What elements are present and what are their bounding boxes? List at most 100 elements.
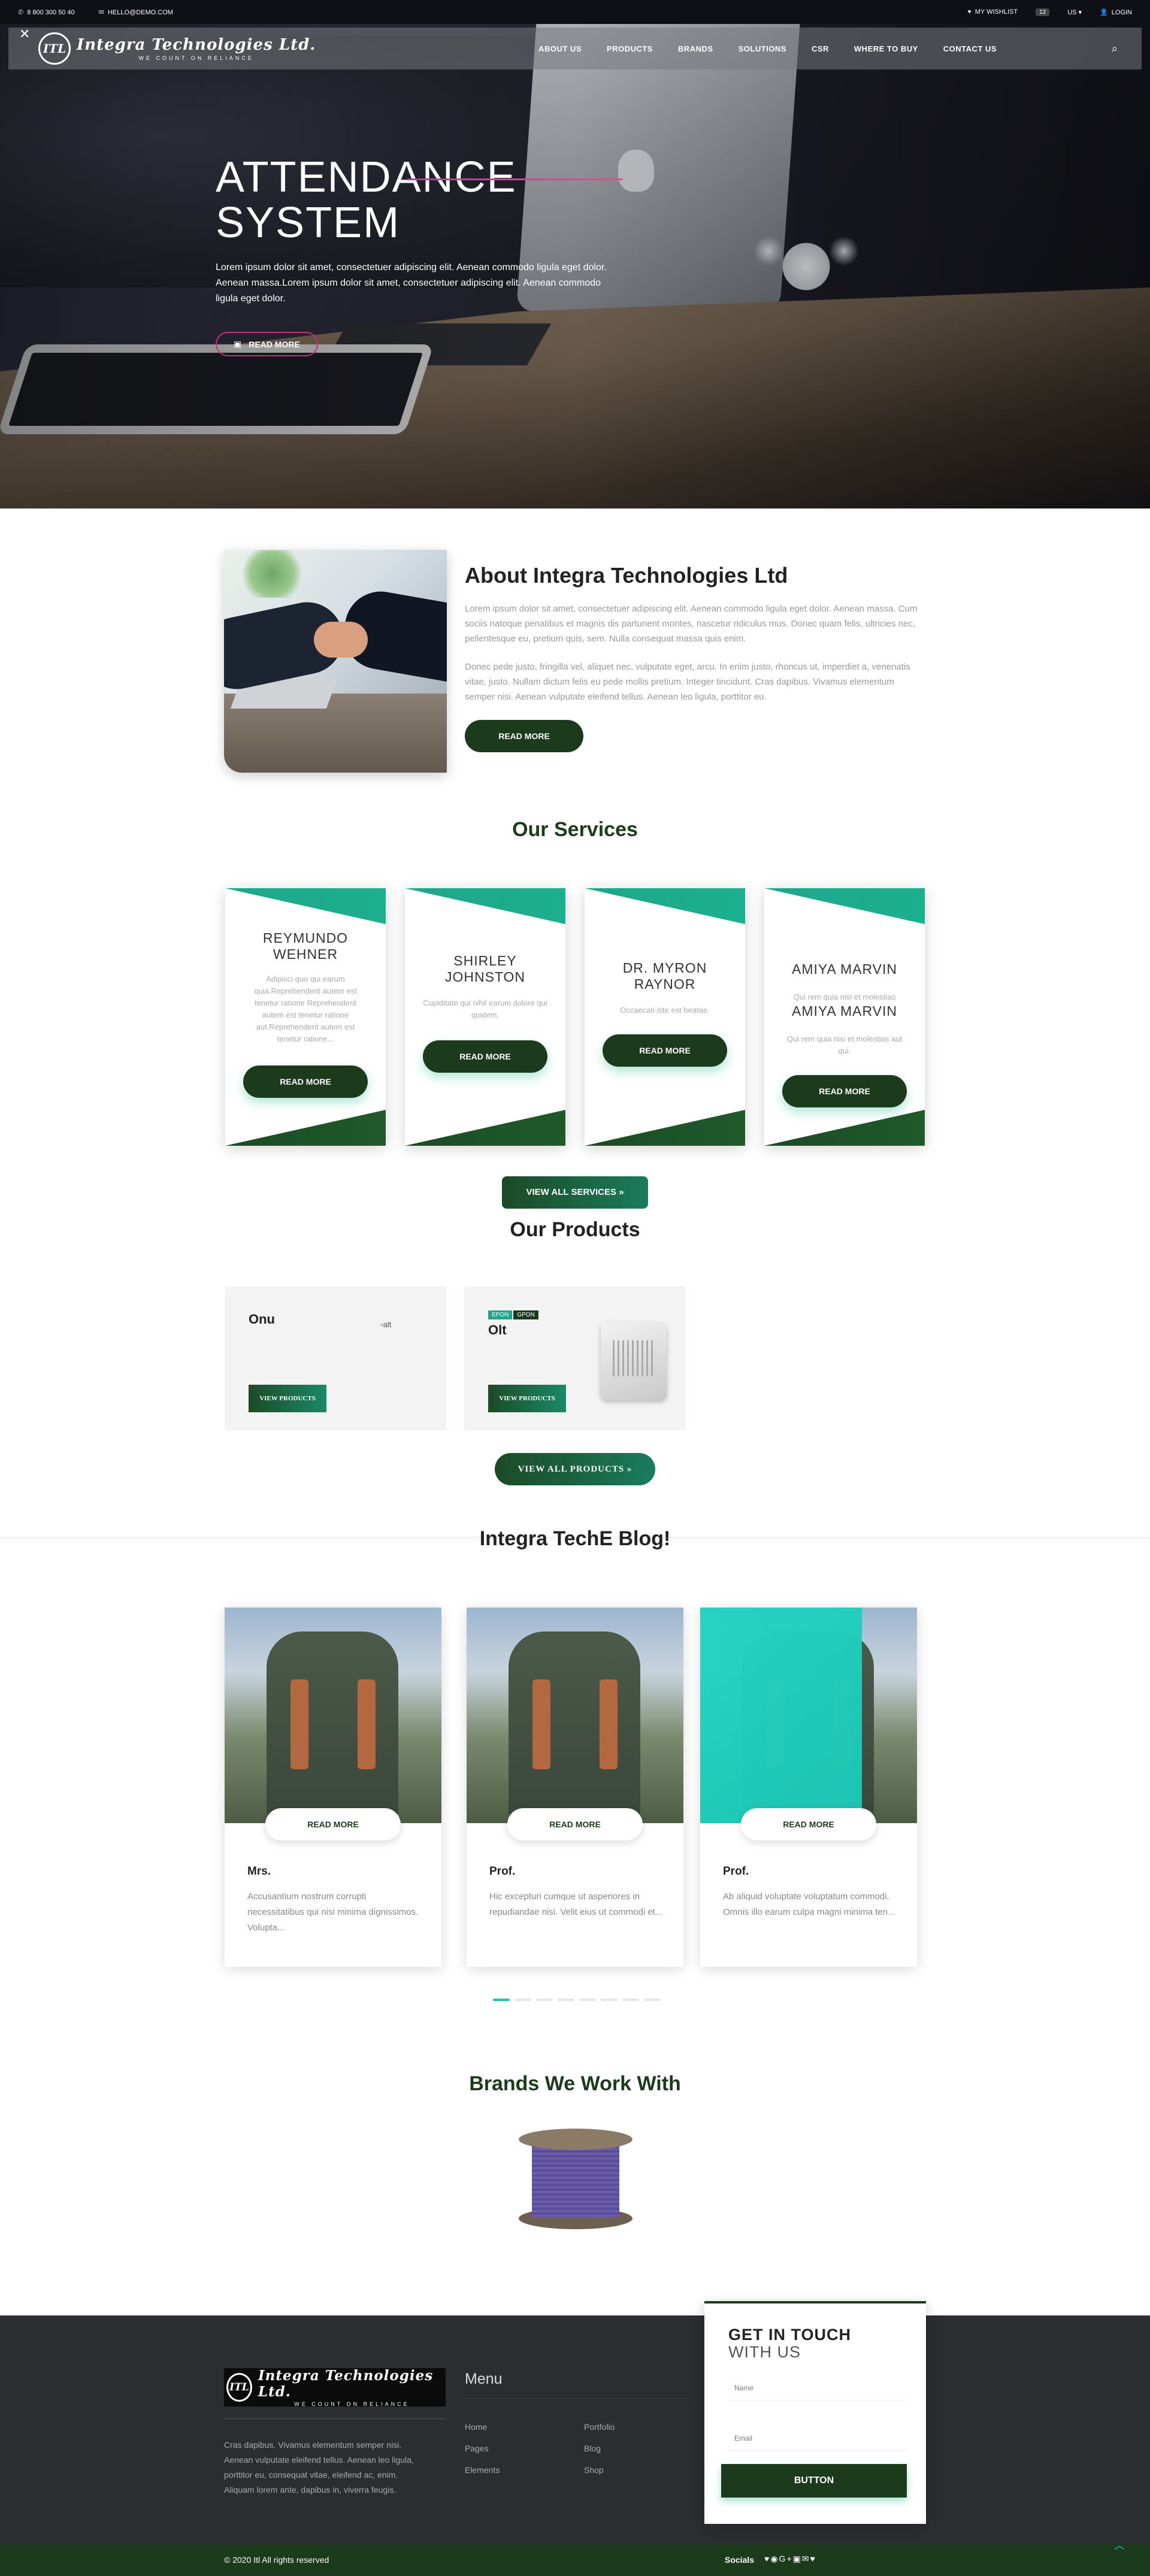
backpack-strap (532, 1679, 550, 1769)
main-navbar: ITL Integra Technologies Ltd. WE COUNT O… (8, 28, 1142, 69)
service-desc: Qui rem quia nisi et molestias (793, 992, 896, 1001)
logo-mark[interactable]: ITL (38, 32, 71, 65)
pager-dot[interactable] (622, 1999, 639, 2001)
service-read-more-button[interactable]: READ MORE (423, 1040, 547, 1073)
footer-logo-name: Integra Technologies Ltd. (258, 2368, 434, 2400)
blog-read-more-button[interactable]: READ MORE (507, 1808, 643, 1841)
blog-image-hover-overlay (700, 1608, 862, 1823)
nav-solutions[interactable]: SOLUTIONS (739, 44, 786, 53)
service-name: AMIYA MARVIN (791, 961, 898, 977)
hero-accent-line (407, 178, 623, 180)
pager-dot[interactable] (493, 1999, 510, 2001)
pager-dot[interactable] (644, 1999, 661, 2001)
footer-logo-text: Integra Technologies Ltd. WE COUNT ON RE… (258, 2368, 446, 2407)
nav-brands[interactable]: BRANDS (678, 44, 713, 53)
router-vent (613, 1340, 655, 1376)
about-paragraph-1: Lorem ipsum dolor sit amet, consectetuer… (465, 604, 918, 644)
footer-link-home[interactable]: Home (465, 2422, 487, 2432)
copyright-bar: © 2020 Itl All rights reserved Socials ♥… (0, 2544, 1150, 2576)
footer: ITL Integra Technologies Ltd. WE COUNT O… (0, 2315, 1150, 2544)
service-desc: Adipisci quo qui earum quia.Reprehenderi… (254, 974, 357, 1043)
email-field[interactable] (728, 2426, 908, 2451)
email-link[interactable]: ✉ HELLO@DEMO.COM (99, 8, 173, 16)
nav-csr[interactable]: CSR (812, 44, 829, 53)
chevron-down-icon: ▾ (1078, 8, 1082, 16)
service-read-more-button[interactable]: READ MORE (243, 1065, 368, 1098)
product-name: Onu (249, 1312, 275, 1327)
blog-author: Prof. (489, 1865, 516, 1878)
blog-card: READ MORE Prof. Ab aliquid voluptate vol… (700, 1608, 917, 1967)
product-card[interactable]: EPON GPON Olt VIEW PRODUCTS (464, 1287, 686, 1430)
footer-logo[interactable]: ITL Integra Technologies Ltd. WE COUNT O… (224, 2368, 446, 2407)
product-tag: GPON (513, 1310, 538, 1319)
blog-read-more-button[interactable]: READ MORE (265, 1808, 401, 1841)
product-tag: EPON (488, 1310, 513, 1319)
footer-link-pages[interactable]: Pages (465, 2444, 489, 2453)
view-products-button[interactable]: VIEW PRODUCTS (249, 1385, 326, 1412)
blog-excerpt: Accusantium nostrum corrupti necessitati… (247, 1891, 419, 1933)
service-read-more-button[interactable]: READ MORE (782, 1075, 907, 1107)
pager-dot[interactable] (558, 1999, 574, 2001)
submit-button[interactable]: BUTTON (721, 2464, 907, 2498)
scroll-to-top-icon[interactable]: ︿ (1114, 2537, 1125, 2553)
close-icon[interactable]: ✕ (19, 26, 30, 42)
pager-dot[interactable] (579, 1999, 596, 2001)
service-card: SHIRLEY JOHNSTON Cupiditate qui nihil ea… (405, 888, 565, 1146)
nav-contact-us[interactable]: CONTACT US (943, 44, 997, 53)
name-field[interactable] (728, 2375, 908, 2401)
about-read-more-button[interactable]: READ MORE (465, 720, 583, 752)
footer-menu-divider (465, 2398, 686, 2399)
service-read-more-button[interactable]: READ MORE (603, 1034, 727, 1067)
heart-icon: ♥ (967, 8, 972, 16)
blog-card: READ MORE Prof. Hic excepturi cumque ut … (467, 1608, 683, 1967)
wishlist-count-badge: 12 (1036, 8, 1050, 16)
footer-link-shop[interactable]: Shop (584, 2465, 604, 2475)
brand-logo-cable-spool[interactable] (519, 2129, 632, 2230)
hero-text: Lorem ipsum dolor sit amet, consectetuer… (216, 262, 607, 304)
nav-where-to-buy[interactable]: WHERE TO BUY (854, 44, 918, 53)
login-link[interactable]: 👤 LOGIN (1100, 8, 1132, 16)
copyright-text: © 2020 Itl All rights reserved (224, 2555, 329, 2565)
about-image-hands (314, 622, 368, 658)
footer-link-portfolio[interactable]: Portfolio (584, 2422, 615, 2432)
about-image-handshake (224, 550, 447, 773)
nav-products[interactable]: PRODUCTS (607, 44, 653, 53)
about-section: About Integra Technologies Ltd Lorem ips… (465, 563, 920, 704)
footer-divider (224, 2418, 446, 2419)
wishlist-link[interactable]: ♥ MY WISHLIST (967, 8, 1018, 16)
service-desc: Cupiditate qui nihil earum dolore qui qu… (423, 998, 547, 1019)
social-icons[interactable]: ♥◉G+▣✉♥ (764, 2554, 816, 2564)
pager-dot[interactable] (601, 1999, 618, 2001)
socials-label: Socials (725, 2555, 755, 2565)
phone-link[interactable]: ✆ 8 800 300 50 40 (18, 8, 75, 16)
currency-select[interactable]: US ▾ (1067, 8, 1082, 16)
blog-pager (493, 1999, 661, 2001)
footer-link-blog[interactable]: Blog (584, 2444, 601, 2453)
spool-cable (532, 2139, 619, 2217)
blog-excerpt: Ab aliquid voluptate voluptatum commodi.… (723, 1891, 895, 1917)
view-all-products-button[interactable]: VIEW ALL PRODUCTS » (495, 1453, 655, 1485)
view-all-services-button[interactable]: VIEW ALL SERVICES » (502, 1176, 648, 1209)
service-desc-repeat: Qui rem quia nisi et molestias aut qui. (786, 1034, 903, 1055)
nav-about-us[interactable]: ABOUT US (538, 44, 582, 53)
mail-icon: ✉ (98, 8, 104, 16)
logo[interactable]: Integra Technologies Ltd. WE COUNT ON RE… (77, 36, 316, 61)
product-card[interactable]: Onu ▫alt VIEW PRODUCTS (225, 1287, 446, 1430)
blog-read-more-button[interactable]: READ MORE (741, 1808, 876, 1841)
card-corner-bottom (764, 1110, 925, 1146)
service-card: DR. MYRON RAYNOR Occaecati iste est beat… (585, 888, 745, 1146)
blog-image-backpack (467, 1608, 683, 1823)
pager-dot[interactable] (515, 1999, 531, 2001)
hero-read-more-button[interactable]: ▣ READ MORE (216, 332, 318, 356)
view-products-button[interactable]: VIEW PRODUCTS (488, 1385, 566, 1412)
service-desc: Occaecati iste est beatae. (620, 1006, 710, 1015)
contact-subtitle: WITH US (728, 2343, 801, 2361)
pager-dot[interactable] (536, 1999, 553, 2001)
hero-content: ATTENDANCE SYSTEM Lorem ipsum dolor sit a… (216, 155, 623, 356)
footer-link-elements[interactable]: Elements (465, 2465, 500, 2475)
search-icon[interactable]: ⌕ (1112, 43, 1118, 55)
service-name: DR. MYRON RAYNOR (622, 960, 707, 992)
footer-logo-mark: ITL (226, 2373, 252, 2402)
service-name-repeat: AMIYA MARVIN (791, 1003, 898, 1019)
blog-excerpt: Hic excepturi cumque ut asperiores in re… (489, 1891, 663, 1917)
